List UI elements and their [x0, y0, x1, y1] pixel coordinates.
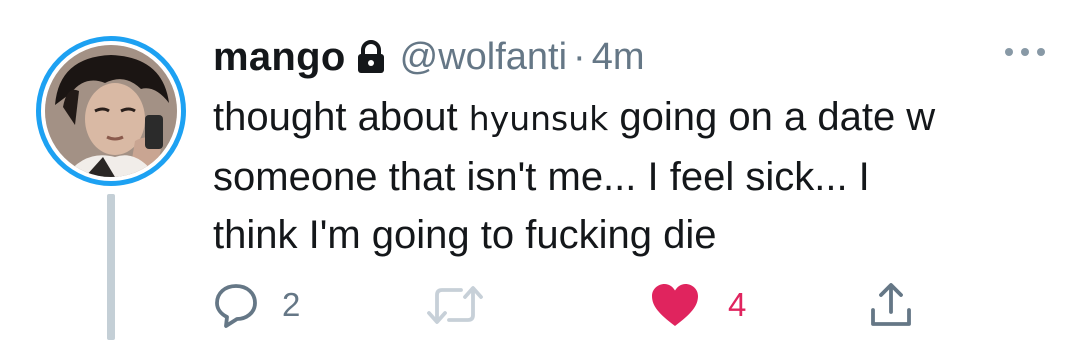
tweet-text-line: someone that isn't me... I feel sick... … — [213, 155, 870, 199]
avatar[interactable] — [45, 45, 177, 177]
reply-bubble-icon — [212, 281, 260, 329]
reply-count: 2 — [282, 286, 301, 323]
more-dots-icon[interactable] — [1000, 42, 1050, 62]
like-count: 4 — [728, 286, 747, 323]
timestamp[interactable]: 4m — [592, 36, 645, 79]
tweet-card[interactable]: mango @wolfanti · 4m thought about hyuns… — [0, 0, 1080, 360]
user-handle[interactable]: @wolfanti — [400, 36, 567, 79]
share-icon — [866, 280, 916, 330]
text-fragment-name: hyunsuk — [468, 99, 609, 138]
reply-button[interactable]: 2 — [212, 275, 300, 335]
tweet-header: mango @wolfanti · 4m — [213, 32, 645, 82]
lock-icon — [356, 40, 386, 74]
text-fragment: thought about — [213, 95, 469, 139]
text-fragment: going on a date w — [608, 95, 936, 139]
separator-dot: · — [573, 35, 586, 78]
display-name[interactable]: mango — [213, 35, 346, 80]
tweet-text: thought about hyunsuk going on a date w … — [213, 88, 1053, 264]
action-bar: 2 4 — [0, 275, 1080, 335]
like-button[interactable]: 4 — [650, 275, 746, 335]
avatar-photo — [45, 45, 177, 177]
tweet-text-line: think I'm going to fucking die — [213, 213, 717, 257]
retweet-icon — [425, 281, 485, 329]
retweet-button[interactable] — [425, 275, 485, 335]
heart-icon — [650, 282, 700, 328]
tweet-text-line: thought about hyunsuk going on a date w — [213, 88, 1053, 148]
share-button[interactable] — [866, 275, 916, 335]
